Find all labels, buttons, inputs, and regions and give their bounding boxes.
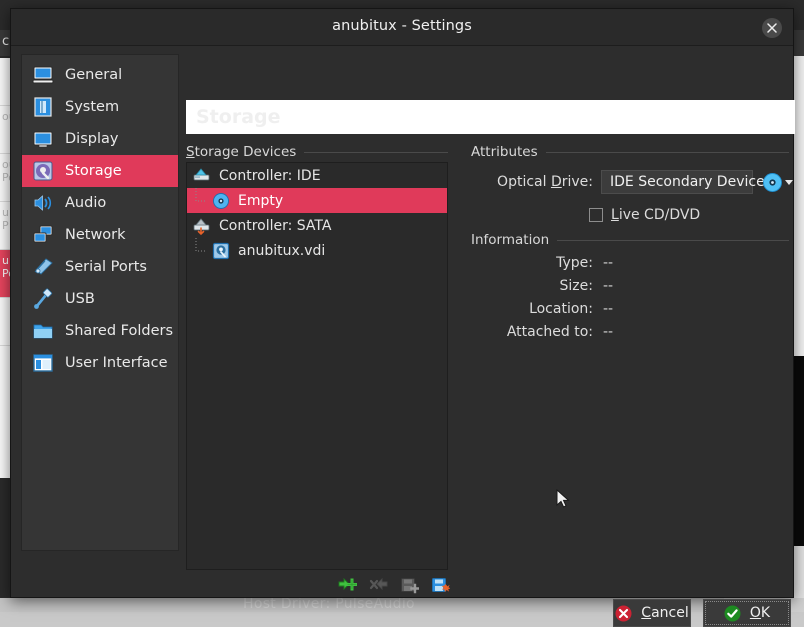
table-row[interactable]: Controller: IDE xyxy=(187,163,447,188)
info-label: Attached to: xyxy=(506,324,593,340)
cancel-button[interactable]: Cancel xyxy=(613,599,691,627)
table-row[interactable]: Empty xyxy=(187,188,447,213)
sidebar-item-usb[interactable]: USB xyxy=(22,283,178,315)
optical-disc-icon xyxy=(211,191,231,211)
remove-attachment-icon[interactable] xyxy=(431,576,451,595)
live-cd-label: Live CD/DVD xyxy=(611,207,701,223)
table-row[interactable]: anubitux.vdi xyxy=(187,238,447,263)
user-interface-icon xyxy=(32,352,54,374)
system-icon xyxy=(32,96,54,118)
sidebar-item-serial-ports[interactable]: Serial Ports xyxy=(22,251,178,283)
storage-tree-toolbar xyxy=(338,576,451,598)
sidebar-item-storage[interactable]: Storage xyxy=(22,155,178,187)
ok-button-label: OK xyxy=(749,605,771,621)
sidebar-item-shared-folders[interactable]: Shared Folders xyxy=(22,315,178,347)
ide-controller-icon xyxy=(192,166,212,186)
live-cd-row: Live CD/DVD xyxy=(589,207,700,223)
sidebar-item-label: Audio xyxy=(65,195,107,211)
divider xyxy=(557,239,789,241)
sidebar-item-label: Network xyxy=(65,227,126,243)
ok-icon xyxy=(724,605,741,622)
storage-icon xyxy=(32,160,54,182)
dialog-titlebar[interactable]: anubitux - Settings xyxy=(11,9,793,46)
tree-item-label: Controller: SATA xyxy=(219,217,332,234)
sidebar-item-general[interactable]: General xyxy=(22,59,178,91)
sidebar-item-label: Storage xyxy=(65,163,122,179)
optical-drive-select[interactable]: IDE Secondary Device xyxy=(601,170,779,194)
close-glyph xyxy=(767,23,777,33)
usb-icon xyxy=(32,288,54,310)
sidebar-item-audio[interactable]: Audio xyxy=(22,187,178,219)
add-attachment-icon[interactable] xyxy=(400,576,420,595)
add-controller-icon[interactable] xyxy=(338,576,358,595)
divider xyxy=(304,151,448,153)
info-label: Location: xyxy=(529,301,593,317)
tree-item-label: Empty xyxy=(238,192,284,209)
info-value: -- xyxy=(603,324,614,340)
dialog-title: anubitux - Settings xyxy=(332,18,472,34)
general-icon xyxy=(32,64,54,86)
info-row-type: Type: -- xyxy=(471,255,613,271)
storage-devices-caption: Storage Devices xyxy=(186,144,448,160)
shared-folders-icon xyxy=(32,320,54,342)
screen: ch ou ouPo uP ubPo Host Driver: PulseAud… xyxy=(0,0,804,627)
tree-item-label: anubitux.vdi xyxy=(238,242,326,259)
sidebar-item-label: General xyxy=(65,67,123,83)
info-value: -- xyxy=(603,301,614,317)
settings-sidebar: General System Display Storage Audio Net… xyxy=(21,54,179,551)
information-caption: Information xyxy=(471,232,789,248)
sidebar-item-user-interface[interactable]: User Interface xyxy=(22,347,178,379)
remove-controller-icon xyxy=(369,576,388,595)
optical-drive-value: IDE Secondary Device xyxy=(610,174,765,190)
info-value: -- xyxy=(603,278,614,294)
close-icon[interactable] xyxy=(762,18,782,38)
dialog-body: General System Display Storage Audio Net… xyxy=(11,46,795,627)
mouse-cursor xyxy=(556,489,570,508)
sata-controller-icon xyxy=(192,216,212,236)
sidebar-item-system[interactable]: System xyxy=(22,91,178,123)
tree-item-label: Controller: IDE xyxy=(219,167,321,184)
cancel-icon xyxy=(615,605,632,622)
table-row[interactable]: Controller: SATA xyxy=(187,213,447,238)
sidebar-item-label: Serial Ports xyxy=(65,259,147,275)
divider xyxy=(545,151,789,153)
page-title: Storage xyxy=(196,106,281,128)
tree-indent-guide xyxy=(187,188,211,213)
attributes-caption-label: Attributes xyxy=(471,144,538,160)
sidebar-item-display[interactable]: Display xyxy=(22,123,178,155)
ok-button[interactable]: OK xyxy=(703,599,791,627)
hard-disk-icon xyxy=(211,241,231,261)
sidebar-item-label: Shared Folders xyxy=(65,323,174,339)
network-icon xyxy=(32,224,54,246)
info-row-location: Location: -- xyxy=(471,301,613,317)
info-value: -- xyxy=(603,255,614,271)
info-label: Type: xyxy=(556,255,593,271)
settings-dialog: anubitux - Settings General System Displ… xyxy=(10,8,795,627)
sidebar-item-label: System xyxy=(65,99,120,115)
cancel-button-label: Cancel xyxy=(641,605,689,621)
optical-drive-row: Optical Drive: IDE Secondary Device xyxy=(471,170,793,194)
info-row-attached-to: Attached to: -- xyxy=(471,324,613,340)
optical-disc-icon xyxy=(763,172,782,192)
storage-device-tree[interactable]: Controller: IDE Empty Controller: SATA a… xyxy=(186,162,448,570)
information-caption-label: Information xyxy=(471,232,550,248)
live-cd-checkbox[interactable] xyxy=(589,208,603,222)
attributes-caption: Attributes xyxy=(471,144,789,160)
sidebar-item-label: Display xyxy=(65,131,119,147)
display-icon xyxy=(32,128,54,150)
storage-devices-caption-label: Storage Devices xyxy=(186,144,297,160)
choose-disk-button[interactable] xyxy=(762,172,793,193)
sidebar-item-label: User Interface xyxy=(65,355,168,371)
page-title-banner: Storage xyxy=(186,100,795,134)
serial-ports-icon xyxy=(32,256,54,278)
optical-drive-label: Optical Drive: xyxy=(497,174,593,190)
info-label: Size: xyxy=(559,278,593,294)
audio-icon xyxy=(32,192,54,214)
tree-indent-guide xyxy=(187,238,211,263)
sidebar-item-label: USB xyxy=(65,291,95,307)
sidebar-item-network[interactable]: Network xyxy=(22,219,178,251)
info-row-size: Size: -- xyxy=(471,278,614,294)
chevron-down-icon xyxy=(785,179,793,185)
